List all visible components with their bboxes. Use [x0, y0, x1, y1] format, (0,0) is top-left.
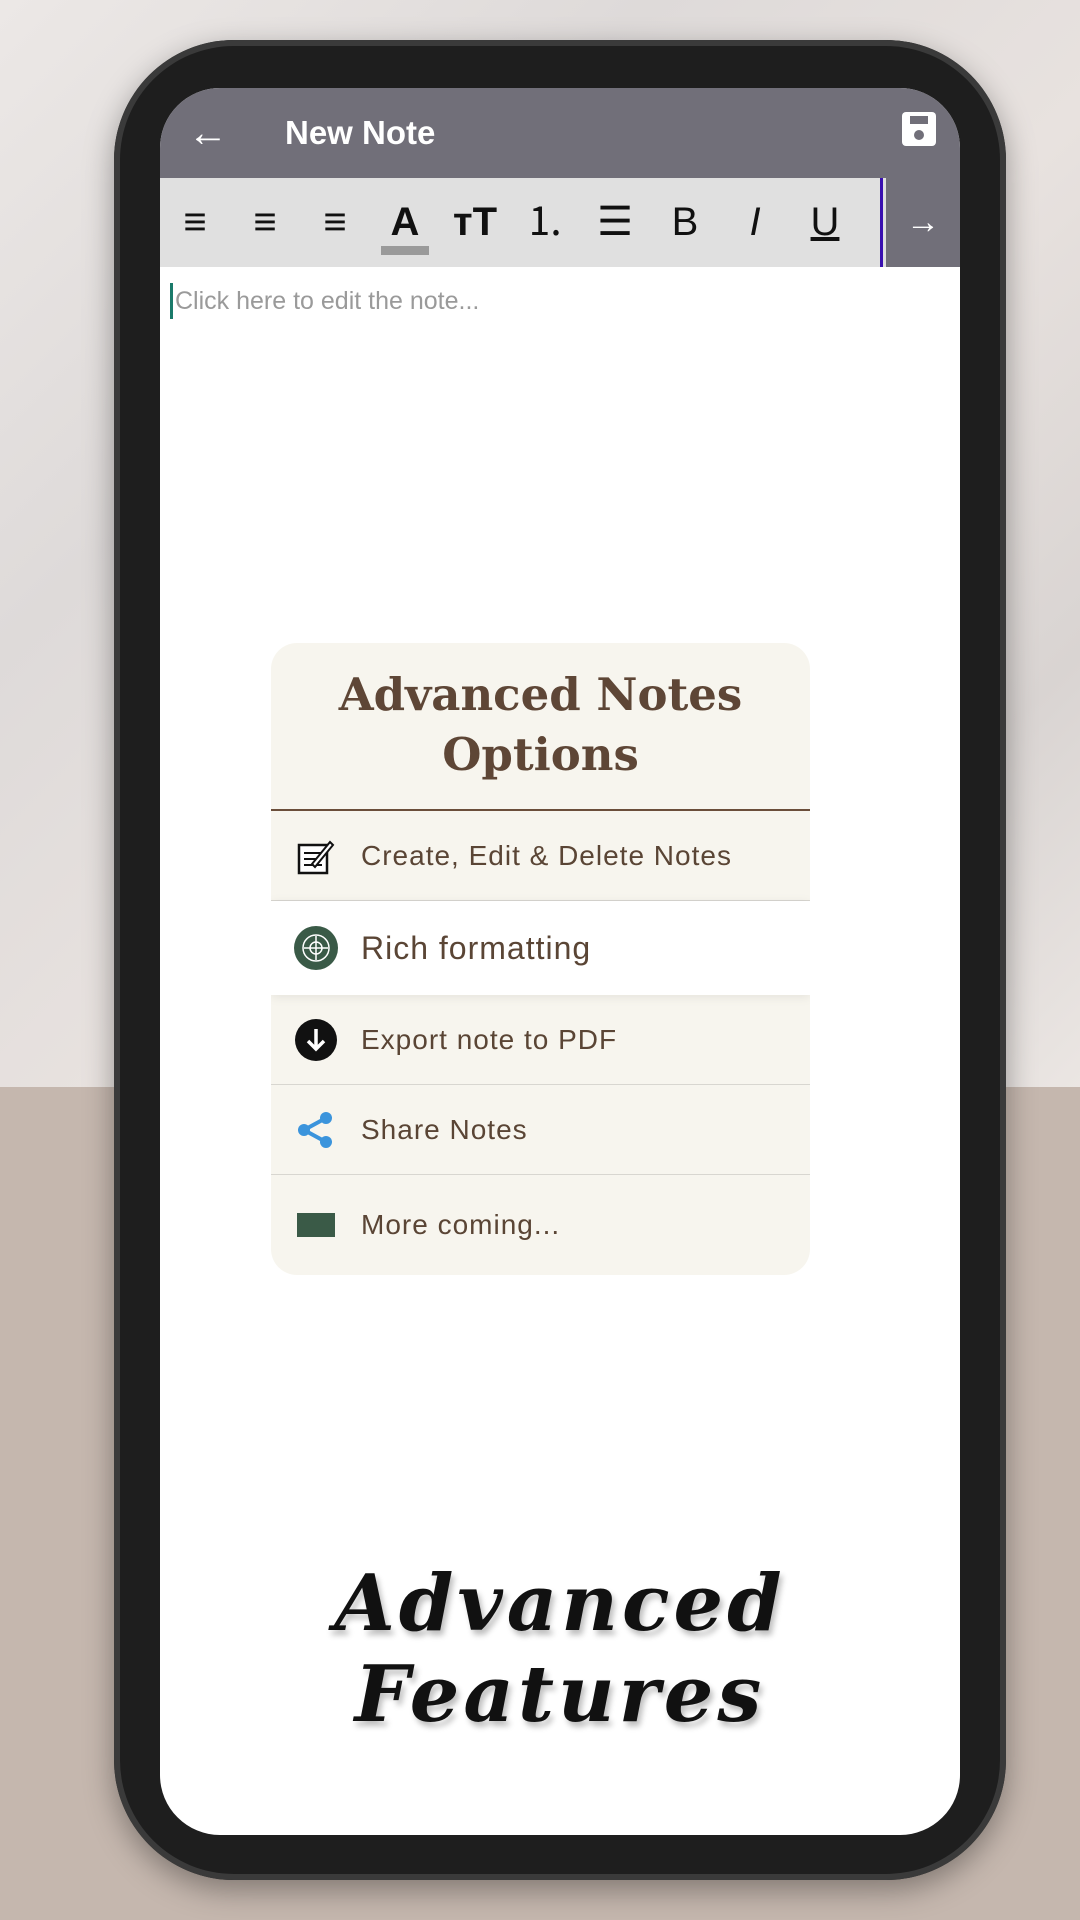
item-label: Export note to PDF	[361, 1023, 618, 1055]
list-item: Rich formatting	[271, 901, 810, 995]
underline-icon[interactable]: U	[790, 178, 860, 267]
bold-icon[interactable]: B	[650, 178, 720, 267]
list-item: Share Notes	[271, 1085, 810, 1175]
features-card: Advanced Notes Options Create, Edit & De…	[271, 643, 810, 1275]
download-icon	[271, 1018, 361, 1062]
page-title: New Note	[285, 114, 436, 151]
align-right-icon[interactable]: ≡	[300, 178, 370, 267]
tagline: Advanced Features	[334, 1558, 786, 1740]
align-center-icon[interactable]: ≡	[230, 178, 300, 267]
green-rectangle-icon	[271, 1213, 361, 1237]
app-bar: ← New Note	[160, 88, 960, 178]
arrow-left-icon[interactable]: ←	[188, 108, 228, 158]
bullet-list-icon[interactable]: ☰	[580, 178, 650, 267]
list-item: Create, Edit & Delete Notes	[271, 811, 810, 901]
share-icon	[271, 1110, 361, 1150]
floppy-disk-icon[interactable]	[902, 112, 936, 146]
item-label: Share Notes	[361, 1113, 528, 1145]
formatting-toolbar: ≡≡≡AтT⒈☰BIUS →	[160, 178, 960, 267]
numbered-list-icon[interactable]: ⒈	[510, 178, 580, 267]
item-label: More coming...	[361, 1209, 561, 1240]
arrow-right-icon[interactable]: →	[886, 178, 960, 267]
phone-screen: ← New Note ≡≡≡AтT⒈☰BIUS → Click here to …	[160, 88, 960, 1835]
text-color-icon[interactable]: A	[370, 178, 440, 267]
strikethrough-icon[interactable]: S	[860, 178, 880, 267]
edit-note-icon	[271, 836, 361, 876]
italic-icon[interactable]: I	[720, 178, 790, 267]
list-item: More coming...	[271, 1175, 810, 1275]
list-item: Export note to PDF	[271, 995, 810, 1085]
card-title: Advanced Notes Options	[271, 643, 810, 811]
text-size-icon[interactable]: тT	[440, 178, 510, 267]
target-icon	[271, 925, 361, 971]
align-left-icon[interactable]: ≡	[160, 178, 230, 267]
note-editor[interactable]: Click here to edit the note...	[170, 283, 479, 319]
item-label: Rich formatting	[361, 929, 592, 966]
toolbar-tools: ≡≡≡AтT⒈☰BIUS	[160, 178, 883, 267]
item-label: Create, Edit & Delete Notes	[361, 839, 732, 871]
